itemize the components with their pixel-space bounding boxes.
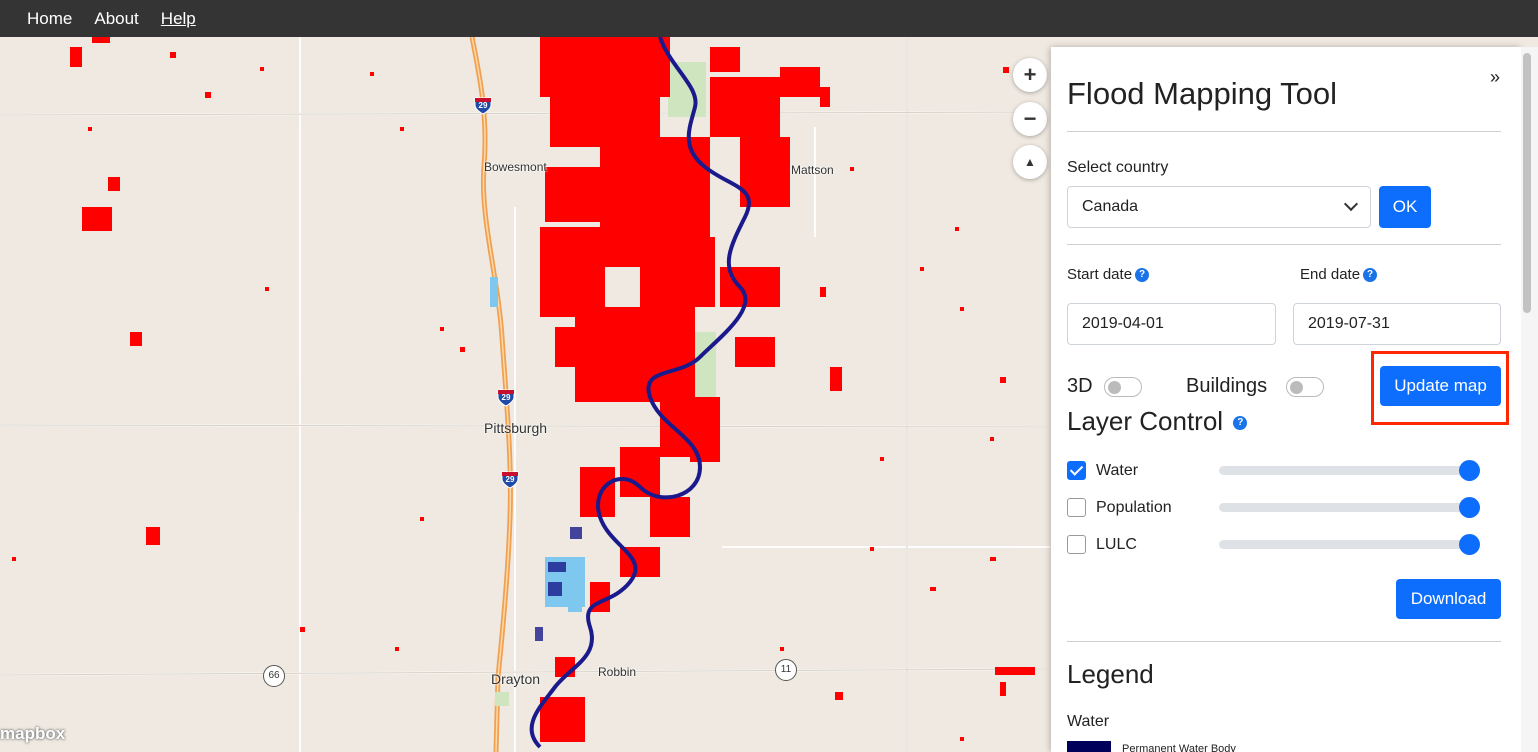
mapbox-logo[interactable]: mapbox [0,724,65,744]
divider [1067,131,1501,132]
start-date-input[interactable]: 2019-04-01 [1067,303,1276,345]
place-pittsburgh: Pittsburgh [484,420,548,436]
population-opacity-slider[interactable] [1219,497,1480,518]
divider [1067,244,1501,245]
ok-button[interactable]: OK [1379,186,1431,228]
legend-section-water: Water [1067,713,1110,730]
top-navbar: Home About Help [0,0,1538,37]
select-country-label: Select country [1067,159,1169,176]
toggle-3d-switch[interactable] [1104,377,1142,397]
layer-control-text: Layer Control [1067,406,1224,436]
route-11-shield: 11 [775,659,797,681]
interstate-shield-icon: 29 [500,469,520,489]
help-icon[interactable]: ? [1233,416,1248,431]
zoom-in-button[interactable]: + [1013,58,1047,92]
lulc-layer-label: LULC [1096,536,1137,553]
toggle-buildings-label: Buildings [1186,375,1268,397]
nav-home[interactable]: Home [27,9,72,29]
end-date-label: End date? [1300,266,1378,283]
lulc-opacity-slider[interactable] [1219,534,1480,555]
start-date-label-text: Start date [1067,266,1133,283]
zoom-out-button[interactable]: − [1013,102,1047,136]
nav-help[interactable]: Help [161,9,196,29]
country-select[interactable]: Canada [1067,186,1371,228]
end-date-input[interactable]: 2019-07-31 [1293,303,1501,345]
lulc-layer-checkbox[interactable] [1067,535,1086,554]
water-layer-label: Water [1096,462,1139,479]
place-robbin: Robbin [598,665,637,679]
route-66-shield: 66 [263,665,285,687]
collapse-panel-button[interactable]: » [1490,67,1500,88]
chevron-down-icon [1343,196,1359,212]
nav-about[interactable]: About [94,9,138,29]
population-layer-checkbox[interactable] [1067,498,1086,517]
water-layer-checkbox[interactable] [1067,461,1086,480]
place-bowesmont: Bowesmont [484,160,547,174]
legend-swatch [1067,741,1111,752]
highlight-box [1371,351,1509,425]
toggle-3d-label: 3D [1067,375,1093,397]
download-button[interactable]: Download [1396,579,1501,619]
panel-scrollbar-thumb[interactable] [1523,53,1531,313]
place-mattson: Mattson [791,163,834,177]
toggle-buildings-switch[interactable] [1286,377,1324,397]
legend-title: Legend [1067,659,1154,689]
interstate-shield-icon: 29 [473,95,493,115]
end-date-label-text: End date [1300,266,1361,283]
layer-control-title: Layer Control ? [1067,406,1248,437]
compass-icon[interactable]: ▲ [1013,145,1047,179]
water-opacity-slider[interactable] [1219,460,1480,481]
help-icon[interactable]: ? [1135,268,1150,283]
population-layer-label: Population [1096,499,1172,516]
help-icon[interactable]: ? [1363,268,1378,283]
panel-title: Flood Mapping Tool [1067,76,1337,111]
place-drayton: Drayton [491,671,541,687]
divider [1067,641,1501,642]
country-select-value: Canada [1082,198,1139,215]
legend-item-label: Permanent Water Body [1122,743,1236,752]
interstate-shield-icon: 29 [496,387,516,407]
start-date-label: Start date? [1067,266,1150,283]
